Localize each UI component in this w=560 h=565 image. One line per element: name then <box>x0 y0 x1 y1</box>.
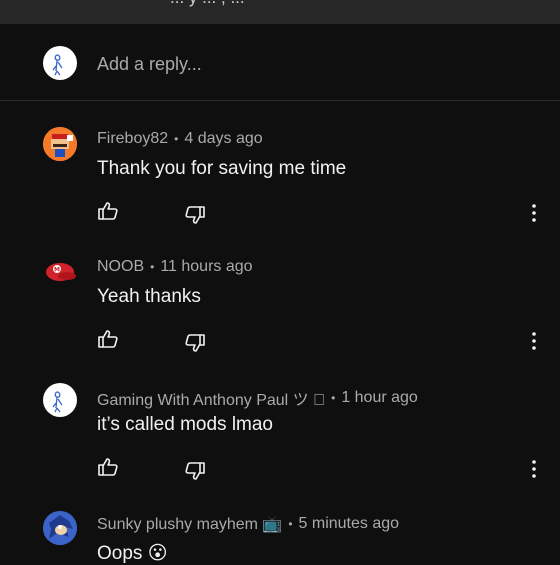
user-avatar <box>43 46 77 80</box>
avatar[interactable]: M <box>43 255 77 289</box>
truncated-comment-text: ... y ... , ... <box>170 0 245 8</box>
thumbs-up-icon[interactable] <box>97 457 119 477</box>
reply-composer: Add a reply... <box>0 24 560 101</box>
comment-meta: Sunky plushy mayhem 📺 • 5 minutes ago <box>97 514 399 534</box>
comment-time[interactable]: 1 hour ago <box>341 389 418 407</box>
add-reply-input[interactable]: Add a reply... <box>97 54 202 75</box>
comment-author[interactable]: NOOB <box>97 258 144 276</box>
comment-meta: Fireboy82 • 4 days ago <box>97 130 263 148</box>
comment-time[interactable]: 5 minutes ago <box>299 515 400 533</box>
thumbs-up-icon[interactable] <box>97 201 119 221</box>
comment-author[interactable]: Sunky plushy mayhem 📺 <box>97 514 282 534</box>
comment-meta: NOOB • 11 hours ago <box>97 258 253 276</box>
comment-item: Sunky plushy mayhem 📺 • 5 minutes ago Oo… <box>0 485 560 564</box>
comment-item: Fireboy82 • 4 days ago Thank you for sav… <box>0 101 560 229</box>
thumbs-down-icon[interactable] <box>184 461 206 481</box>
comment-item: Gaming With Anthony Paul ツ  • 1 hour ag… <box>0 357 560 485</box>
comment-text: Oops 😮 <box>97 543 168 564</box>
svg-text:M: M <box>54 267 60 274</box>
more-vertical-icon[interactable] <box>530 331 538 351</box>
meta-separator: • <box>174 132 179 146</box>
more-vertical-icon[interactable] <box>530 203 538 223</box>
meta-separator: • <box>150 260 155 274</box>
comment-text: Yeah thanks <box>97 286 201 307</box>
meta-separator: • <box>288 517 293 531</box>
comment-author[interactable]: Gaming With Anthony Paul ツ  <box>97 386 325 410</box>
thumbs-down-icon[interactable] <box>184 333 206 353</box>
avatar[interactable] <box>43 383 77 417</box>
comment-meta: Gaming With Anthony Paul ツ  • 1 hour ag… <box>97 386 418 410</box>
comment-time[interactable]: 4 days ago <box>184 130 262 148</box>
comment-time[interactable]: 11 hours ago <box>160 258 252 276</box>
avatar[interactable] <box>43 511 77 545</box>
comment-item: M NOOB • 11 hours ago Yeah thanks <box>0 229 560 357</box>
top-comment-strip: ... y ... , ... <box>0 0 560 24</box>
comment-text: it’s called mods lmao <box>97 414 274 435</box>
avatar[interactable] <box>43 127 77 161</box>
more-vertical-icon[interactable] <box>530 459 538 479</box>
thumbs-down-icon[interactable] <box>184 205 206 225</box>
thumbs-up-icon[interactable] <box>97 329 119 349</box>
comment-text: Thank you for saving me time <box>97 158 347 179</box>
meta-separator: • <box>331 391 335 405</box>
comment-author[interactable]: Fireboy82 <box>97 130 168 148</box>
